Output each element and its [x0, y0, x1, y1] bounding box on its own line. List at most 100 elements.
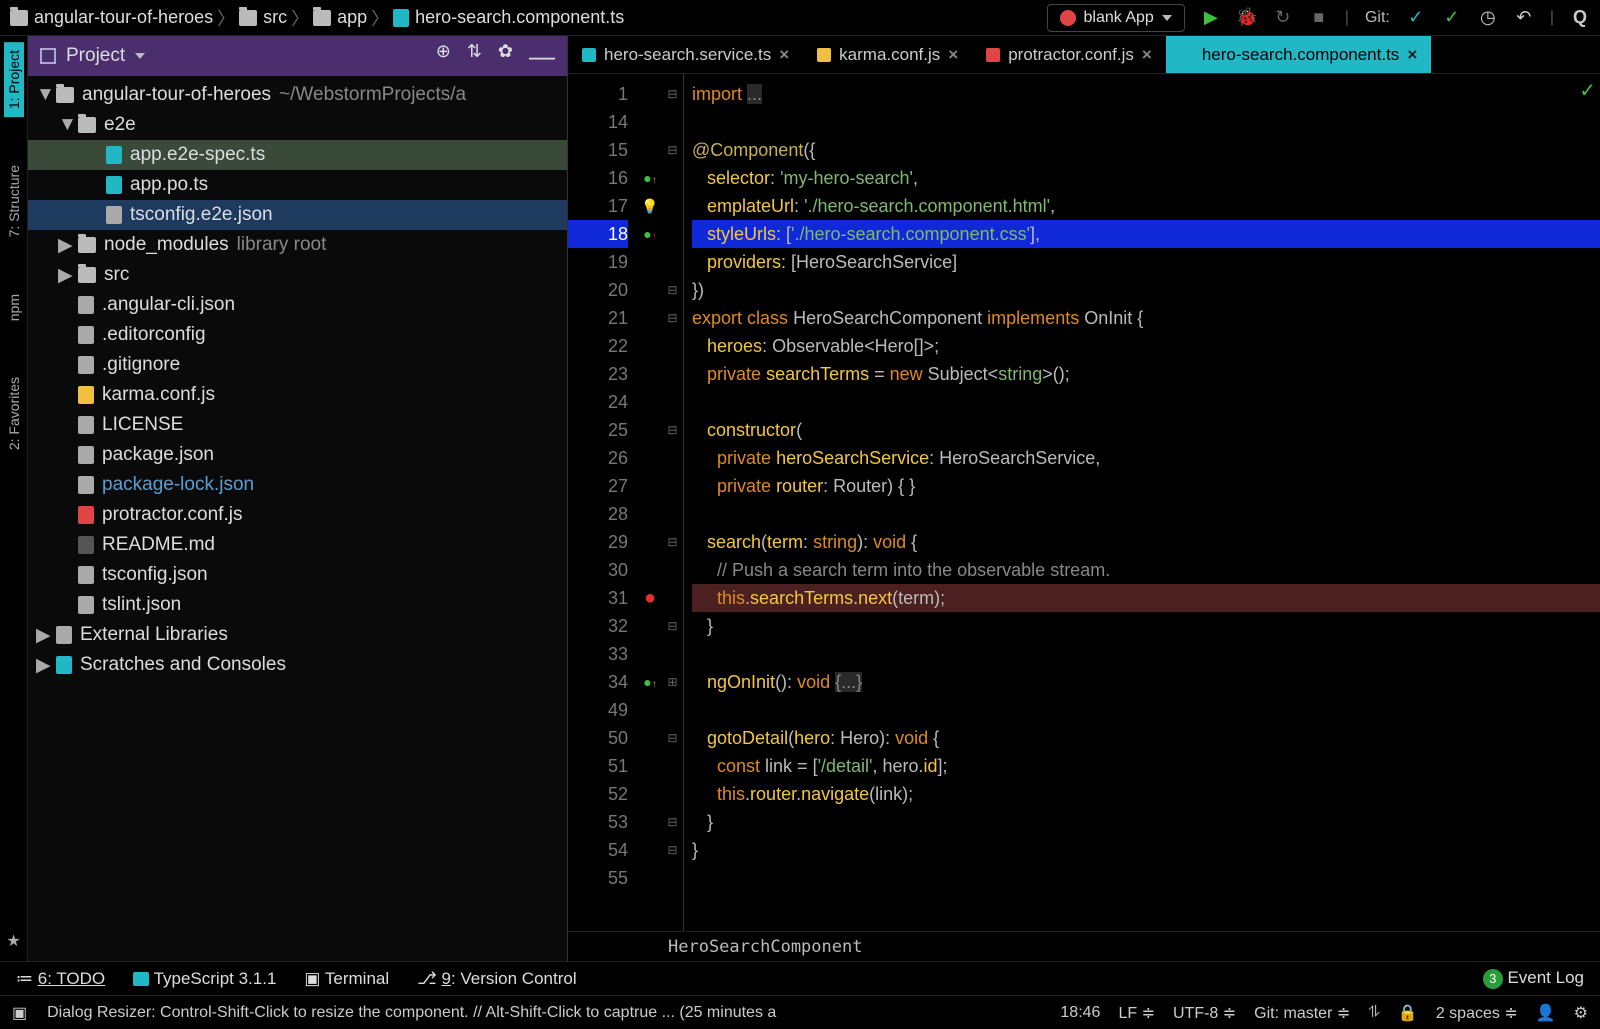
line-number[interactable]: 49: [568, 696, 628, 724]
line-number[interactable]: 14: [568, 108, 628, 136]
fold-toggle-icon[interactable]: ⊟: [662, 836, 683, 864]
line-number[interactable]: 32: [568, 612, 628, 640]
search-icon[interactable]: Q: [1570, 8, 1590, 28]
code-line[interactable]: }: [692, 612, 1600, 640]
code-line[interactable]: [692, 388, 1600, 416]
tree-item[interactable]: .editorconfig: [28, 320, 567, 350]
tree-item[interactable]: ▼e2e: [28, 110, 567, 140]
line-number[interactable]: 33: [568, 640, 628, 668]
git-fetch-icon[interactable]: ⥮: [1368, 1004, 1380, 1022]
close-tab-icon[interactable]: ×: [1142, 45, 1152, 65]
vcs-revert-icon[interactable]: ↶: [1514, 8, 1534, 28]
fold-toggle-icon[interactable]: ⊟: [662, 612, 683, 640]
tree-arrow-icon[interactable]: ▶: [58, 264, 70, 287]
tree-arrow-icon[interactable]: ▼: [36, 84, 48, 106]
code-line[interactable]: providers: [HeroSearchService]: [692, 248, 1600, 276]
fold-toggle-icon[interactable]: ⊟: [662, 808, 683, 836]
fold-toggle-icon[interactable]: ⊟: [662, 276, 683, 304]
tree-arrow-icon[interactable]: ▶: [58, 234, 70, 257]
code-line[interactable]: this.searchTerms.next(term);: [692, 584, 1600, 612]
line-number[interactable]: 24: [568, 388, 628, 416]
code-line[interactable]: import ...: [692, 80, 1600, 108]
run-configuration-selector[interactable]: blank App: [1047, 4, 1185, 32]
breadcrumb-item[interactable]: app: [313, 7, 367, 28]
code-line[interactable]: selector: 'my-hero-search',: [692, 164, 1600, 192]
tree-item[interactable]: protractor.conf.js: [28, 500, 567, 530]
line-number[interactable]: 22: [568, 332, 628, 360]
line-number[interactable]: 53: [568, 808, 628, 836]
line-number[interactable]: 30: [568, 556, 628, 584]
line-number[interactable]: 16: [568, 164, 628, 192]
tree-item[interactable]: app.e2e-spec.ts: [28, 140, 567, 170]
debug-icon[interactable]: 🐞: [1237, 8, 1257, 28]
typescript-tab[interactable]: TypeScript 3.1.1: [133, 969, 276, 989]
line-number[interactable]: 29: [568, 528, 628, 556]
tree-item[interactable]: ▶node_modules library root: [28, 230, 567, 260]
rail-tab-favorites[interactable]: 2: Favorites: [4, 369, 24, 458]
line-number[interactable]: 34: [568, 668, 628, 696]
line-number[interactable]: 25: [568, 416, 628, 444]
event-log-tab[interactable]: 3 Event Log: [1483, 968, 1584, 989]
line-number[interactable]: 27: [568, 472, 628, 500]
vcs-commit-icon[interactable]: ✓: [1442, 8, 1462, 28]
code-line[interactable]: [692, 864, 1600, 892]
tree-item[interactable]: ▼angular-tour-of-heroes ~/WebstormProjec…: [28, 80, 567, 110]
terminal-tab[interactable]: ▣ Terminal: [304, 969, 389, 989]
editor-tab[interactable]: karma.conf.js×: [803, 36, 972, 73]
cursor-position[interactable]: 18:46: [1060, 1004, 1100, 1022]
settings-icon[interactable]: ✿: [498, 41, 513, 72]
fold-toggle-icon[interactable]: ⊟: [662, 80, 683, 108]
vcs-update-icon[interactable]: ✓: [1406, 8, 1426, 28]
readonly-lock-icon[interactable]: 🔒: [1398, 1003, 1418, 1023]
line-number[interactable]: 26: [568, 444, 628, 472]
code-editor[interactable]: import ... @Component({ selector: 'my-he…: [684, 74, 1600, 931]
vcs-change-marker[interactable]: ●↑: [638, 164, 662, 192]
line-number[interactable]: 19: [568, 248, 628, 276]
code-line[interactable]: private router: Router) { }: [692, 472, 1600, 500]
git-branch[interactable]: Git: master ≑: [1254, 1003, 1350, 1023]
tree-item[interactable]: ▶src: [28, 260, 567, 290]
line-number[interactable]: 54: [568, 836, 628, 864]
code-line[interactable]: private searchTerms = new Subject<string…: [692, 360, 1600, 388]
tree-item[interactable]: package-lock.json: [28, 470, 567, 500]
gutter-marks[interactable]: ●↑💡●↑●●↑: [638, 74, 662, 931]
tree-item[interactable]: tsconfig.json: [28, 560, 567, 590]
locate-icon[interactable]: ⊕: [436, 41, 451, 72]
breadcrumb-item[interactable]: src: [239, 7, 287, 28]
code-line[interactable]: this.router.navigate(link);: [692, 780, 1600, 808]
close-tab-icon[interactable]: ×: [948, 45, 958, 65]
tree-item[interactable]: tslint.json: [28, 590, 567, 620]
line-separator[interactable]: LF ≑: [1118, 1003, 1155, 1023]
tree-arrow-icon[interactable]: ▼: [58, 114, 70, 136]
tree-item[interactable]: karma.conf.js: [28, 380, 567, 410]
code-line[interactable]: search(term: string): void {: [692, 528, 1600, 556]
code-line[interactable]: constructor(: [692, 416, 1600, 444]
breadcrumb-item[interactable]: angular-tour-of-heroes: [10, 7, 213, 28]
line-number[interactable]: 55: [568, 864, 628, 892]
line-number[interactable]: 31: [568, 584, 628, 612]
code-line[interactable]: heroes: Observable<Hero[]>;: [692, 332, 1600, 360]
code-line[interactable]: export class HeroSearchComponent impleme…: [692, 304, 1600, 332]
tree-item[interactable]: app.po.ts: [28, 170, 567, 200]
inspector-icon[interactable]: 👤: [1536, 1003, 1556, 1023]
tree-item[interactable]: ▶External Libraries: [28, 620, 567, 650]
line-number[interactable]: 28: [568, 500, 628, 528]
tree-item[interactable]: tsconfig.e2e.json: [28, 200, 567, 230]
code-line[interactable]: [692, 108, 1600, 136]
code-line[interactable]: styleUrls: ['./hero-search.component.css…: [692, 220, 1600, 248]
run-icon[interactable]: ▶: [1201, 8, 1221, 28]
fold-expand-icon[interactable]: ⊞: [662, 668, 683, 696]
breadcrumb-item[interactable]: hero-search.component.ts: [393, 7, 624, 28]
code-line[interactable]: gotoDetail(hero: Hero): void {: [692, 724, 1600, 752]
stop-icon[interactable]: ■: [1309, 8, 1329, 28]
line-number[interactable]: 18: [568, 220, 628, 248]
breadcrumb-context-bar[interactable]: HeroSearchComponent: [568, 931, 1600, 961]
tree-item[interactable]: LICENSE: [28, 410, 567, 440]
line-number[interactable]: 21: [568, 304, 628, 332]
editor-tab[interactable]: protractor.conf.js×: [972, 36, 1166, 73]
line-number[interactable]: 15: [568, 136, 628, 164]
rail-tab-project[interactable]: 1: Project: [4, 42, 24, 117]
chevron-down-icon[interactable]: [135, 53, 145, 59]
tree-item[interactable]: ▶Scratches and Consoles: [28, 650, 567, 680]
code-line[interactable]: // Push a search term into the observabl…: [692, 556, 1600, 584]
